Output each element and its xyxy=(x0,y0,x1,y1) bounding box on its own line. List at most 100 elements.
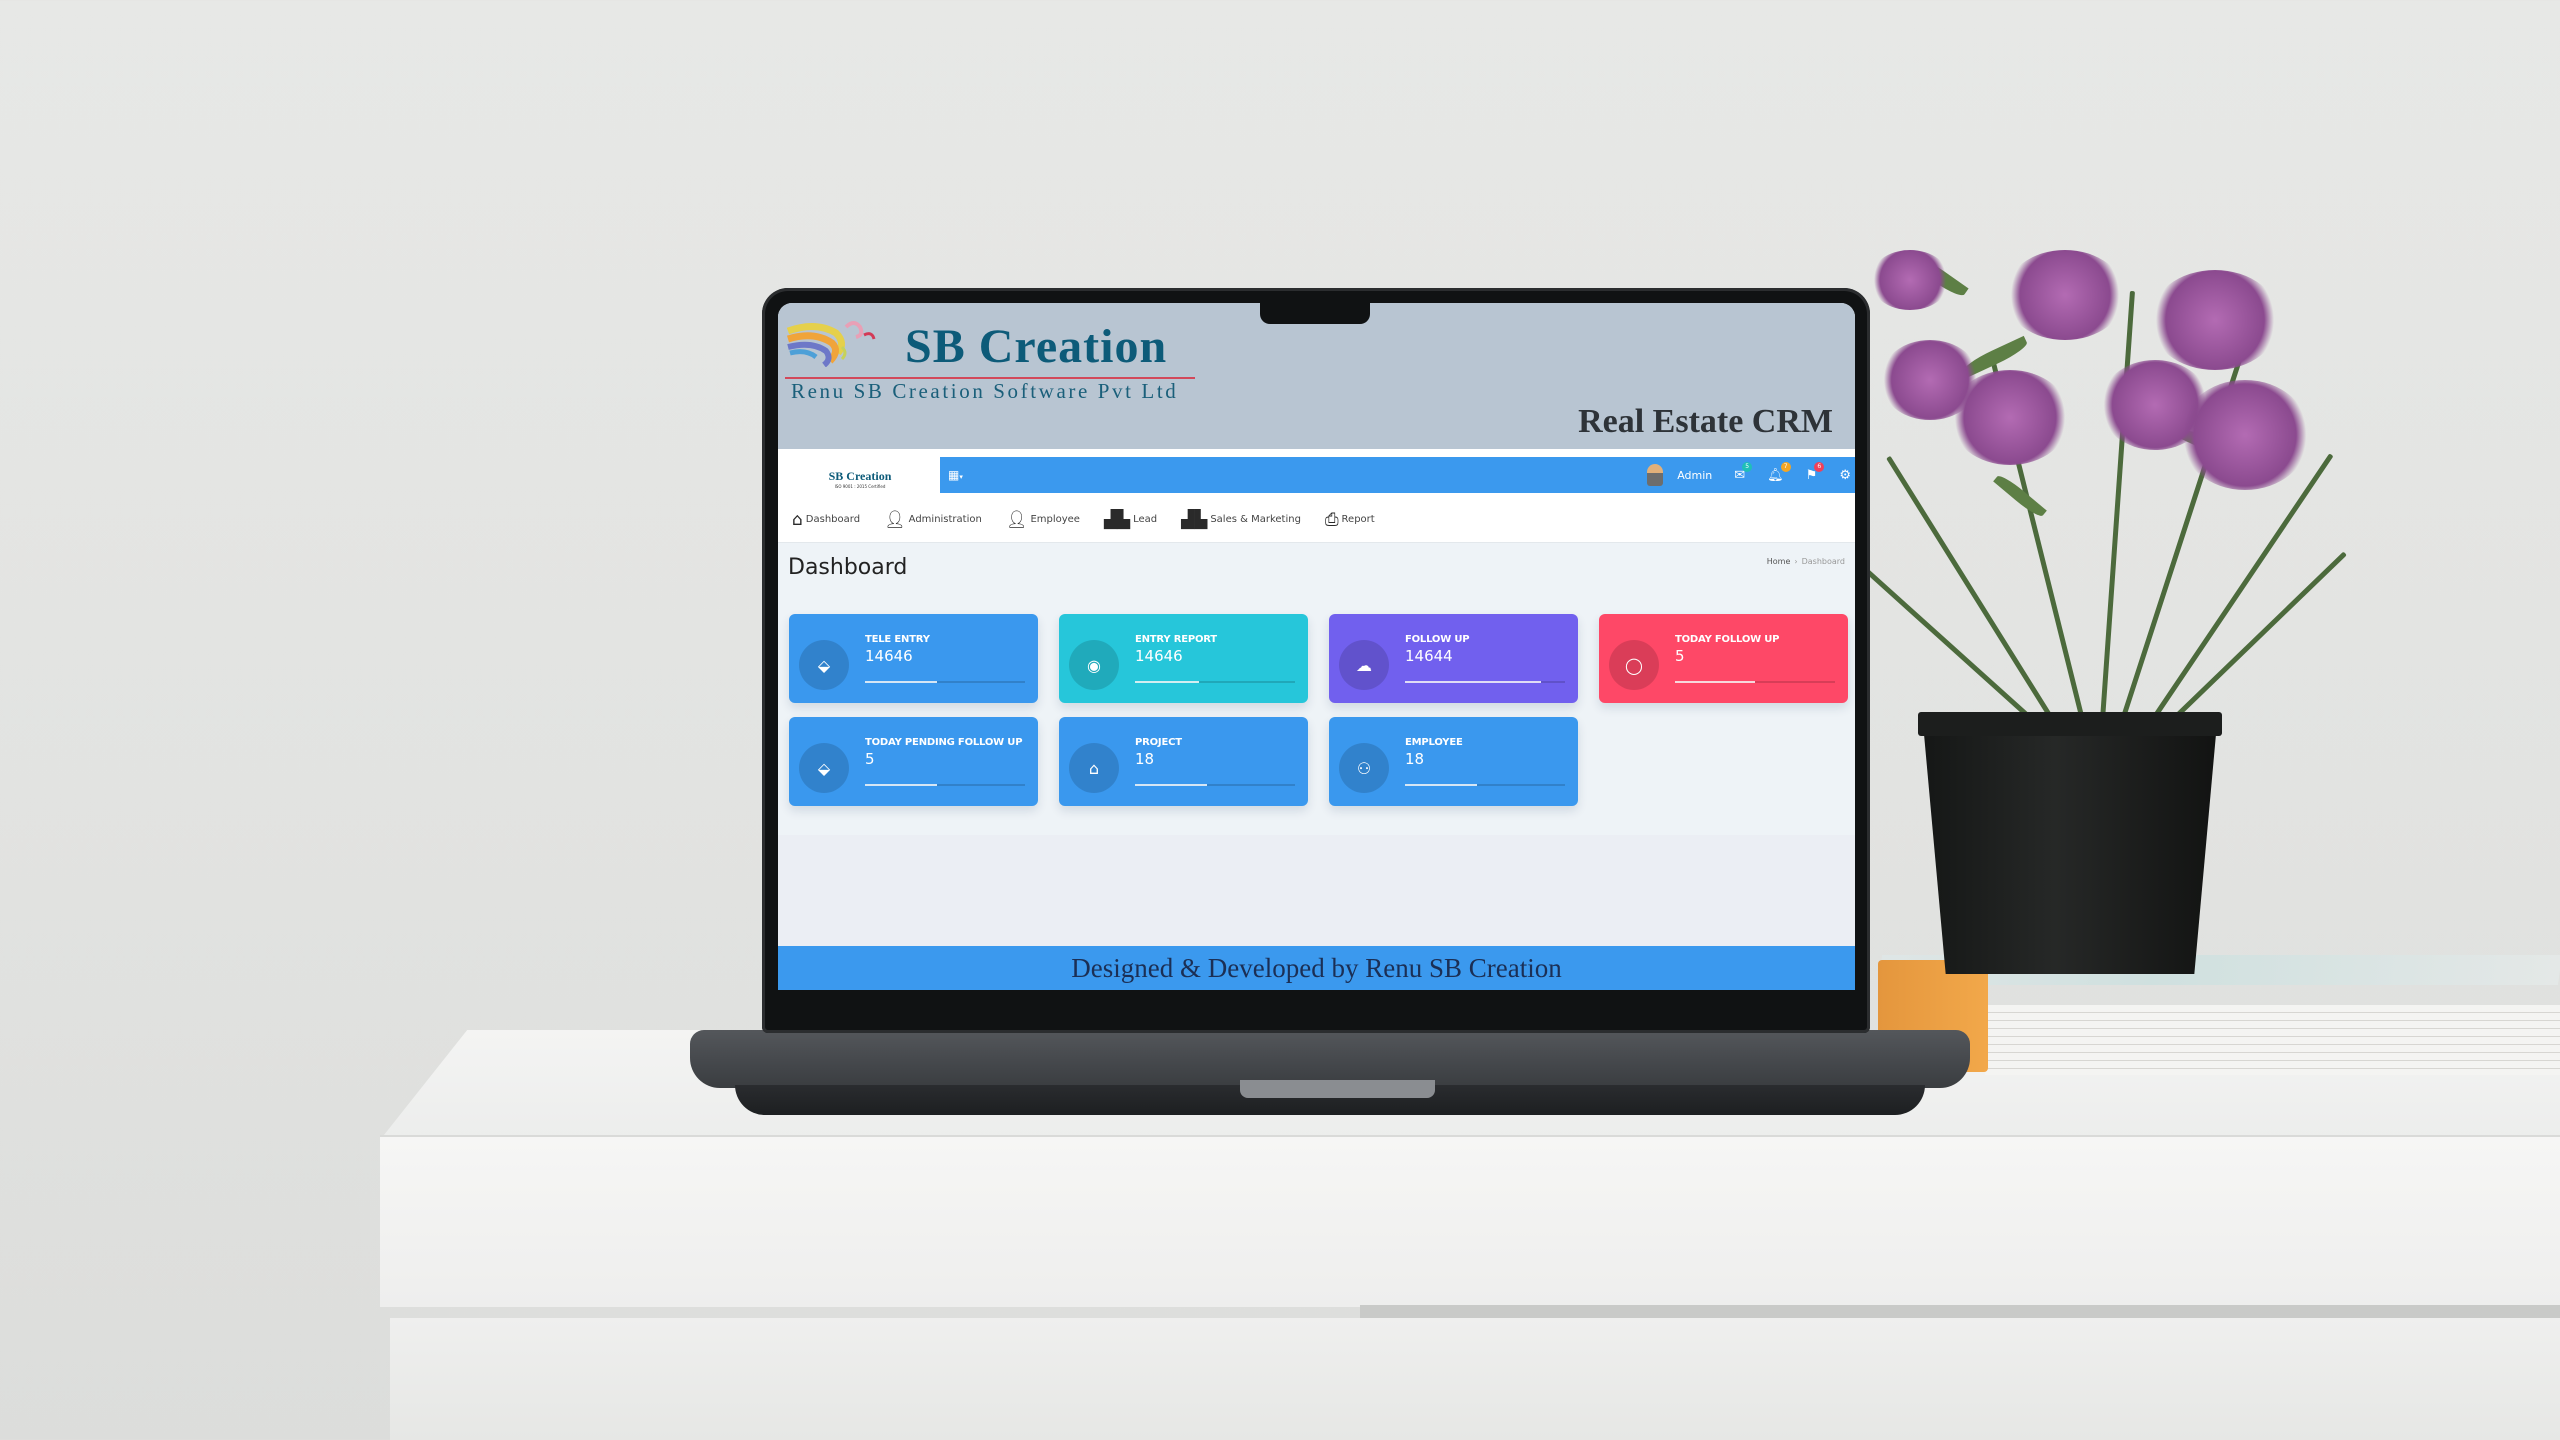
page-title: Dashboard xyxy=(788,555,908,580)
nav-administration[interactable]: 👤︎ Administration xyxy=(884,510,982,530)
plant-pot-rim xyxy=(1918,712,2222,736)
stat-card[interactable]: ☁ FOLLOW UP 14644 xyxy=(1329,614,1578,703)
product-title: Real Estate CRM xyxy=(1578,403,1833,440)
flags-badge: 6 xyxy=(1814,461,1825,472)
stat-card-value: 5 xyxy=(865,750,875,768)
notifications-badge: 7 xyxy=(1780,461,1791,472)
content-empty-area xyxy=(778,835,1855,946)
stat-card-label: EMPLOYEE xyxy=(1405,737,1463,748)
user-name: Admin xyxy=(1677,468,1713,482)
caret-down-icon: ▾ xyxy=(959,473,963,481)
stat-card-progress xyxy=(1405,681,1565,683)
brand-banner: SB Creation Renu SB Creation Software Pv… xyxy=(778,303,1855,449)
stat-card-progress-fill xyxy=(1135,681,1199,683)
stat-card-label: TODAY PENDING FOLLOW UP xyxy=(865,737,1023,748)
stat-card-progress xyxy=(865,784,1025,786)
breadcrumb-home[interactable]: Home xyxy=(1767,557,1791,566)
stat-card-icon-circle: ⚇ xyxy=(1339,743,1389,793)
stat-card-progress xyxy=(1675,681,1835,683)
user-icon: 👤︎ xyxy=(1005,509,1028,530)
stat-card-progress-fill xyxy=(1405,681,1541,683)
app-logo-name: SB Creation xyxy=(828,469,892,483)
stat-card-value: 14646 xyxy=(1135,647,1183,665)
user-icon: 👤︎ xyxy=(884,509,906,530)
app-logo-tagline: ISO 9001 : 2015 Certified xyxy=(834,484,886,489)
breadcrumb-current: Dashboard xyxy=(1801,557,1845,566)
cloud-download-icon: ☁ xyxy=(1356,655,1372,675)
app-logo[interactable]: SB Creation ISO 9001 : 2015 Certified xyxy=(820,455,900,493)
nav-label: Employee xyxy=(1030,514,1080,525)
book-pages xyxy=(1985,1005,2560,1075)
desk-front xyxy=(380,1135,2560,1307)
stat-card-value: 14646 xyxy=(865,647,913,665)
main-nav: ⌂ Dashboard 👤︎ Administration 👤︎ Employe… xyxy=(778,497,1855,543)
house-icon: ⌂ xyxy=(1088,758,1100,778)
brand-name: SB Creation xyxy=(905,320,1168,373)
stat-card-progress-fill xyxy=(1405,784,1477,786)
flags-button[interactable]: ⚑ 6 xyxy=(1806,461,1825,483)
stat-card-icon-circle: ◯ xyxy=(1609,640,1659,690)
stat-card-icon-circle: ⬙ xyxy=(799,640,849,690)
stat-card-icon-circle: ◉ xyxy=(1069,640,1119,690)
notifications-button[interactable]: 🔔︎ 7 xyxy=(1767,461,1791,483)
stat-card-value: 18 xyxy=(1405,750,1425,768)
stat-card-progress xyxy=(865,681,1025,683)
topbar: ▦▾ Admin ✉ 5 🔔︎ 7 ⚑ 6 ⚙ xyxy=(940,457,1855,493)
nav-employee[interactable]: 👤︎ Employee xyxy=(1006,510,1080,530)
messages-button[interactable]: ✉ 5 xyxy=(1734,461,1753,483)
laptop-opening-notch xyxy=(1240,1080,1435,1098)
stat-card-progress xyxy=(1135,681,1295,683)
desk-seam xyxy=(1360,1305,2560,1319)
stat-card-value: 18 xyxy=(1135,750,1155,768)
eye-icon: ◉ xyxy=(1087,655,1101,675)
nav-report[interactable]: ⎙ Report xyxy=(1325,510,1375,530)
stat-card[interactable]: ⬙ TODAY PENDING FOLLOW UP 5 xyxy=(789,717,1038,806)
stat-card-value: 5 xyxy=(1675,647,1685,665)
nav-lead[interactable]: ▟▙ Lead xyxy=(1104,510,1157,530)
footer: Designed & Developed by Renu SB Creation xyxy=(778,946,1855,990)
stat-card[interactable]: ⌂ PROJECT 18 xyxy=(1059,717,1308,806)
brand-logo-icon xyxy=(786,321,876,367)
tag-icon: ⬙ xyxy=(817,758,831,778)
users-icon: ⚇ xyxy=(1356,758,1372,778)
grid-icon: ▦ xyxy=(948,468,960,482)
breadcrumb: Home › Dashboard xyxy=(1767,557,1845,566)
stat-card[interactable]: ◉ ENTRY REPORT 14646 xyxy=(1059,614,1308,703)
nav-label: Dashboard xyxy=(805,514,861,525)
camera-notch xyxy=(1260,300,1370,324)
topbar-actions: Admin ✉ 5 🔔︎ 7 ⚑ 6 ⚙ xyxy=(1647,461,1851,487)
stat-card-label: FOLLOW UP xyxy=(1405,634,1470,645)
chat-icon: ◯ xyxy=(1625,655,1643,675)
breadcrumb-separator-icon: › xyxy=(1794,557,1798,566)
stat-card-label: TELE ENTRY xyxy=(865,634,930,645)
nav-label: Administration xyxy=(908,514,982,525)
settings-button[interactable]: ⚙ xyxy=(1839,468,1851,483)
brand-subtitle: Renu SB Creation Software Pvt Ltd xyxy=(791,379,1179,403)
nav-dashboard[interactable]: ⌂ Dashboard xyxy=(792,510,860,530)
stat-card-progress xyxy=(1135,784,1295,786)
stat-card-progress-fill xyxy=(1675,681,1755,683)
stat-card-label: PROJECT xyxy=(1135,737,1182,748)
nav-sales-marketing[interactable]: ▟▙ Sales & Marketing xyxy=(1181,510,1301,530)
messages-badge: 5 xyxy=(1742,461,1753,472)
grid-menu-toggle[interactable]: ▦▾ xyxy=(948,468,963,482)
plant-pot xyxy=(1922,712,2218,974)
stat-card[interactable]: ⬙ TELE ENTRY 14646 xyxy=(789,614,1038,703)
stat-card[interactable]: ⚇ EMPLOYEE 18 xyxy=(1329,717,1578,806)
stat-card-progress-fill xyxy=(865,784,937,786)
user-avatar xyxy=(1647,464,1664,486)
stat-card[interactable]: ◯ TODAY FOLLOW UP 5 xyxy=(1599,614,1848,703)
stat-card-icon-circle: ☁ xyxy=(1339,640,1389,690)
stat-card-value: 14644 xyxy=(1405,647,1453,665)
stat-card-progress-fill xyxy=(865,681,937,683)
home-icon: ⌂ xyxy=(792,509,803,530)
stat-card-progress-fill xyxy=(1135,784,1207,786)
boxes-icon: ▟▙ xyxy=(1181,509,1208,530)
user-menu[interactable]: Admin xyxy=(1647,464,1712,486)
gear-icon: ⚙ xyxy=(1839,467,1851,483)
stat-card-progress xyxy=(1405,784,1565,786)
nav-label: Sales & Marketing xyxy=(1210,514,1301,525)
boxes-icon: ▟▙ xyxy=(1103,509,1131,530)
stat-card-icon-circle: ⬙ xyxy=(799,743,849,793)
printer-icon: ⎙ xyxy=(1324,509,1339,530)
